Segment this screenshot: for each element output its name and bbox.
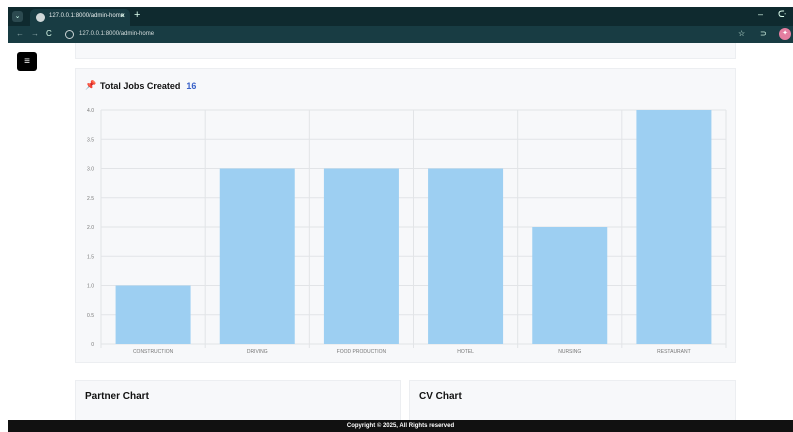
jobs-bar-chart: 0 0.5 1.0 1.5 2.0 2.5 3.0 3.5 4.0 CONSTRUCTION DRI…: [87, 108, 727, 355]
bar-driving: [219, 168, 295, 344]
bar-hotel: [428, 168, 504, 344]
y-tick-label: 0.5: [87, 313, 94, 319]
y-tick-label: 3.5: [87, 137, 94, 143]
jobs-card-header: 📌 Total Jobs Created 16: [85, 77, 196, 91]
url-text: 127.0.0.1:8000/admin-home: [79, 31, 155, 37]
page-margin: [0, 0, 8, 432]
x-tick-label: HOTEL: [457, 349, 474, 355]
x-tick-label: NURSING: [558, 349, 581, 355]
y-tick-label: 1.5: [87, 254, 94, 260]
new-tab-button[interactable]: +: [134, 9, 140, 21]
cv-chart-title: CV Chart: [419, 391, 462, 402]
footer: Copyright © 2025, All Rights reserved: [8, 420, 793, 432]
page-viewport: ≡ 0 0.5 1.0 1.5 2.0 2.5 3.0 3.5 4.0 CONSTRUCTION D…: [8, 43, 793, 420]
tab-search-icon[interactable]: ⌄: [12, 11, 23, 22]
y-tick-label: 0: [91, 342, 94, 348]
bookmark-star-icon[interactable]: ☆: [738, 29, 745, 38]
menu-toggle-button[interactable]: ≡: [17, 52, 37, 71]
partner-chart-title: Partner Chart: [85, 391, 149, 402]
y-tick-label: 2.0: [87, 225, 94, 231]
forward-icon[interactable]: →: [31, 29, 39, 38]
jobs-chart-card: 0 0.5 1.0 1.5 2.0 2.5 3.0 3.5 4.0 CONSTRUCTION DRI…: [75, 68, 736, 363]
x-tick-label: CONSTRUCTION: [133, 349, 174, 355]
bar-restaurant: [636, 110, 712, 344]
tab-close-icon[interactable]: ×: [120, 11, 125, 20]
partner-chart-card: Partner Chart: [75, 380, 401, 420]
favicon-icon: [36, 13, 45, 22]
address-bar: ← → C 127.0.0.1:8000/admin-home ☆ ⊃ ✦: [8, 26, 793, 43]
profile-avatar-icon[interactable]: ✦: [779, 28, 791, 40]
top-card: [75, 43, 736, 59]
x-tick-label: RESTAURANT: [657, 349, 691, 355]
x-tick-label: DRIVING: [247, 349, 268, 355]
y-tick-label: 4.0: [87, 108, 94, 114]
extensions-icon[interactable]: ⊃: [760, 29, 767, 38]
browser-tab-bar: ⌄ 127.0.0.1:8000/admin-home × + – ᑢ: [8, 7, 793, 26]
browser-tab[interactable]: 127.0.0.1:8000/admin-home ×: [30, 9, 130, 26]
cv-chart-card: CV Chart: [409, 380, 736, 420]
pin-icon: 📌: [85, 80, 97, 91]
x-tick-label: FOOD PRODUCTION: [337, 349, 387, 355]
bar-nursing: [532, 227, 608, 344]
jobs-card-title: Total Jobs Created: [100, 80, 181, 91]
back-icon[interactable]: ←: [16, 29, 24, 38]
reload-icon[interactable]: C: [46, 29, 52, 38]
bar-construction: [115, 285, 191, 344]
jobs-count-badge: 16: [186, 80, 197, 91]
tab-title: 127.0.0.1:8000/admin-home: [49, 13, 125, 19]
url-input[interactable]: 127.0.0.1:8000/admin-home: [63, 28, 733, 41]
bar-food-production: [323, 168, 399, 344]
site-info-icon[interactable]: [65, 30, 74, 39]
y-tick-label: 2.5: [87, 196, 94, 202]
y-tick-label: 3.0: [87, 167, 94, 173]
restore-icon[interactable]: ᑢ: [778, 9, 786, 20]
y-tick-label: 1.0: [87, 284, 94, 290]
minimize-icon[interactable]: –: [758, 9, 763, 19]
